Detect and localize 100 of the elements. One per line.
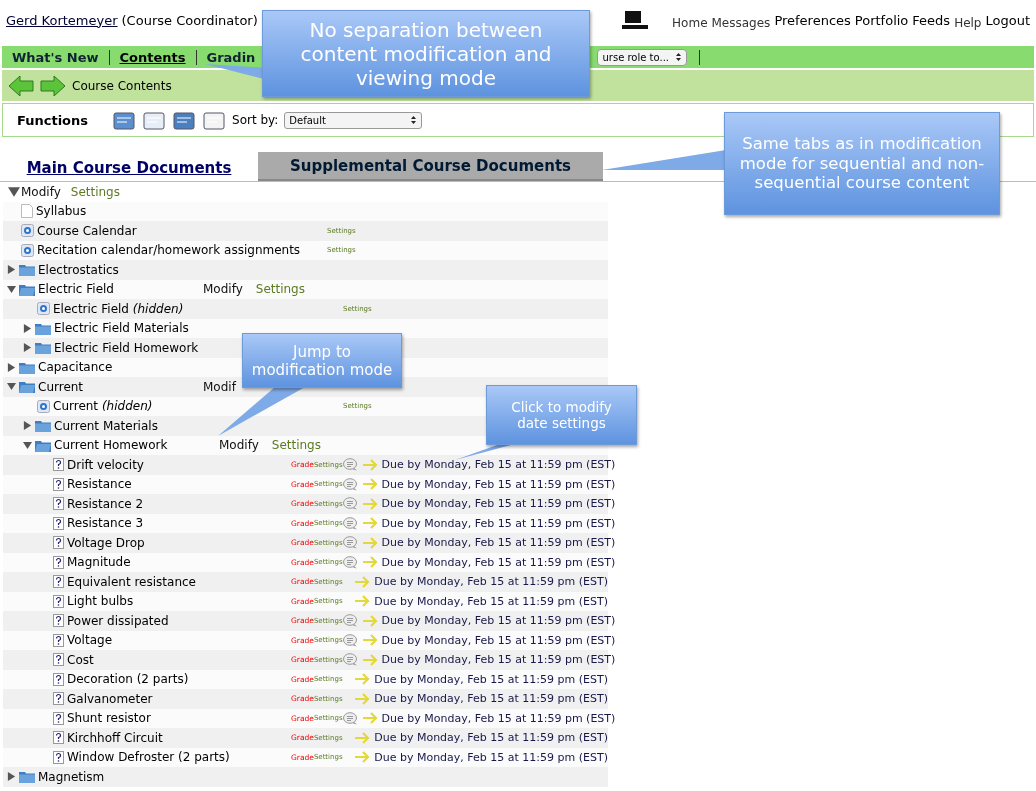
folder-title[interactable]: Electrostatics — [38, 262, 119, 277]
discussion-icon[interactable] — [342, 653, 358, 667]
modify-link[interactable]: Modify — [219, 438, 259, 453]
due-date-link[interactable]: Due by Monday, Feb 15 at 11:59 pm (EST) — [381, 458, 616, 472]
collapsed-triangle-icon[interactable] — [23, 421, 32, 431]
right-arrow-icon[interactable] — [354, 595, 371, 608]
discussion-icon[interactable] — [342, 555, 358, 569]
expanded-triangle-icon[interactable] — [7, 382, 16, 392]
document-tab[interactable]: Main Course Documents — [0, 154, 258, 181]
due-date-link[interactable]: Due by Monday, Feb 15 at 11:59 pm (EST) — [374, 575, 608, 589]
due-date-link[interactable]: Due by Monday, Feb 15 at 11:59 pm (EST) — [374, 731, 608, 745]
sort-select[interactable]: Default — [284, 111, 423, 129]
modify-link[interactable]: Modify — [21, 184, 61, 199]
problem-title[interactable]: Power dissipated — [67, 613, 169, 628]
user-name-link[interactable]: Gerd Kortemeyer — [6, 12, 118, 28]
nav-link[interactable]: Feeds — [912, 12, 951, 28]
discussion-icon[interactable] — [342, 458, 358, 472]
problem-title[interactable]: Window Defroster (2 parts) — [67, 750, 230, 765]
folder-title[interactable]: Electric Field — [38, 282, 114, 297]
nav-tab[interactable]: What's New — [2, 49, 110, 65]
problem-title[interactable]: Voltage Drop — [67, 535, 145, 550]
forward-arrow-icon[interactable] — [40, 74, 66, 97]
settings-link[interactable]: Settings — [255, 282, 305, 297]
settings-link[interactable]: Settings — [70, 184, 120, 199]
right-arrow-icon[interactable] — [361, 634, 378, 647]
right-arrow-icon[interactable] — [361, 497, 378, 510]
discussion-icon[interactable] — [342, 477, 358, 491]
problem-title[interactable]: Decoration (2 parts) — [67, 672, 189, 687]
collapsed-triangle-icon[interactable] — [7, 772, 16, 782]
back-arrow-icon[interactable] — [8, 74, 34, 97]
discussion-icon[interactable] — [342, 614, 358, 628]
nav-link[interactable]: Home — [672, 15, 708, 30]
due-date-link[interactable]: Due by Monday, Feb 15 at 11:59 pm (EST) — [374, 750, 608, 764]
problem-title[interactable]: Resistance 2 — [67, 496, 144, 511]
discussion-icon[interactable] — [342, 497, 358, 511]
document-title[interactable]: Syllabus — [36, 204, 87, 219]
nav-link[interactable]: Portfolio — [854, 12, 909, 28]
right-arrow-icon[interactable] — [361, 517, 378, 530]
problem-title[interactable]: Voltage — [67, 633, 112, 648]
folder-title[interactable]: Current — [38, 379, 84, 394]
right-arrow-icon[interactable] — [361, 556, 378, 569]
problem-title[interactable]: Resistance 3 — [67, 516, 144, 531]
due-date-link[interactable]: Due by Monday, Feb 15 at 11:59 pm (EST) — [374, 692, 608, 706]
problem-title[interactable]: Cost — [67, 652, 94, 667]
due-date-link[interactable]: Due by Monday, Feb 15 at 11:59 pm (EST) — [374, 594, 608, 608]
due-date-link[interactable]: Due by Monday, Feb 15 at 11:59 pm (EST) — [381, 711, 616, 725]
discussion-icon[interactable] — [342, 516, 358, 530]
due-date-link[interactable]: Due by Monday, Feb 15 at 11:59 pm (EST) — [381, 516, 616, 530]
folder-title[interactable]: Electric Field Materials — [54, 321, 189, 336]
modify-link[interactable]: Modif — [203, 379, 236, 394]
due-date-link[interactable]: Due by Monday, Feb 15 at 11:59 pm (EST) — [374, 672, 608, 686]
problem-title[interactable]: Equivalent resistance — [67, 574, 196, 589]
expanded-triangle-icon[interactable] — [7, 185, 21, 198]
due-date-link[interactable]: Due by Monday, Feb 15 at 11:59 pm (EST) — [381, 497, 616, 511]
due-date-link[interactable]: Due by Monday, Feb 15 at 11:59 pm (EST) — [381, 555, 616, 569]
problem-title[interactable]: Light bulbs — [67, 594, 134, 609]
right-arrow-icon[interactable] — [361, 712, 378, 725]
problem-title[interactable]: Drift velocity — [67, 457, 144, 472]
right-arrow-icon[interactable] — [354, 751, 371, 764]
expanded-triangle-icon[interactable] — [7, 284, 16, 294]
right-arrow-icon[interactable] — [354, 673, 371, 686]
page-title[interactable]: Current (hidden) — [53, 399, 153, 414]
right-arrow-icon[interactable] — [354, 692, 371, 705]
problem-title[interactable]: Shunt resistor — [67, 711, 151, 726]
folder-title[interactable]: Current Homework — [54, 438, 168, 453]
discussion-icon[interactable] — [342, 633, 358, 647]
due-date-link[interactable]: Due by Monday, Feb 15 at 11:59 pm (EST) — [381, 653, 616, 667]
right-arrow-icon[interactable] — [361, 478, 378, 491]
right-arrow-icon[interactable] — [361, 458, 378, 471]
page-title[interactable]: Course Calendar — [37, 223, 137, 238]
settings-link[interactable]: Settings — [271, 438, 321, 453]
problem-title[interactable]: Kirchhoff Circuit — [67, 730, 163, 745]
nav-link[interactable]: Messages — [711, 15, 771, 30]
right-arrow-icon[interactable] — [354, 575, 371, 588]
page-title[interactable]: Electric Field (hidden) — [53, 301, 184, 316]
right-arrow-icon[interactable] — [361, 536, 378, 549]
nav-link[interactable]: Preferences — [774, 12, 851, 28]
right-arrow-icon[interactable] — [361, 614, 378, 627]
folder-title[interactable]: Electric Field Homework — [54, 340, 199, 355]
discussion-icon[interactable] — [342, 711, 358, 725]
page-title[interactable]: Recitation calendar/homework assignments — [37, 243, 301, 258]
computer-icon[interactable] — [622, 10, 649, 30]
role-select[interactable]: urse role to... — [597, 48, 687, 66]
folder-title[interactable]: Magnetism — [38, 769, 105, 784]
expanded-triangle-icon[interactable] — [23, 440, 32, 450]
nav-tab[interactable]: Contents — [109, 49, 197, 65]
discussion-icon[interactable] — [342, 536, 358, 550]
nav-link[interactable]: Logout — [985, 12, 1030, 28]
collapsed-triangle-icon[interactable] — [7, 265, 16, 275]
due-date-link[interactable]: Due by Monday, Feb 15 at 11:59 pm (EST) — [381, 614, 616, 628]
due-date-link[interactable]: Due by Monday, Feb 15 at 11:59 pm (EST) — [381, 536, 616, 550]
problem-title[interactable]: Resistance — [67, 477, 132, 492]
nav-link[interactable]: Help — [954, 15, 982, 30]
problem-title[interactable]: Galvanometer — [67, 691, 153, 706]
right-arrow-icon[interactable] — [354, 731, 371, 744]
folder-title[interactable]: Current Materials — [54, 418, 158, 433]
folder-title[interactable]: Capacitance — [38, 360, 113, 375]
problem-title[interactable]: Magnitude — [67, 555, 131, 570]
modify-link[interactable]: Modify — [203, 282, 243, 297]
document-tab[interactable]: Supplemental Course Documents — [258, 152, 603, 181]
